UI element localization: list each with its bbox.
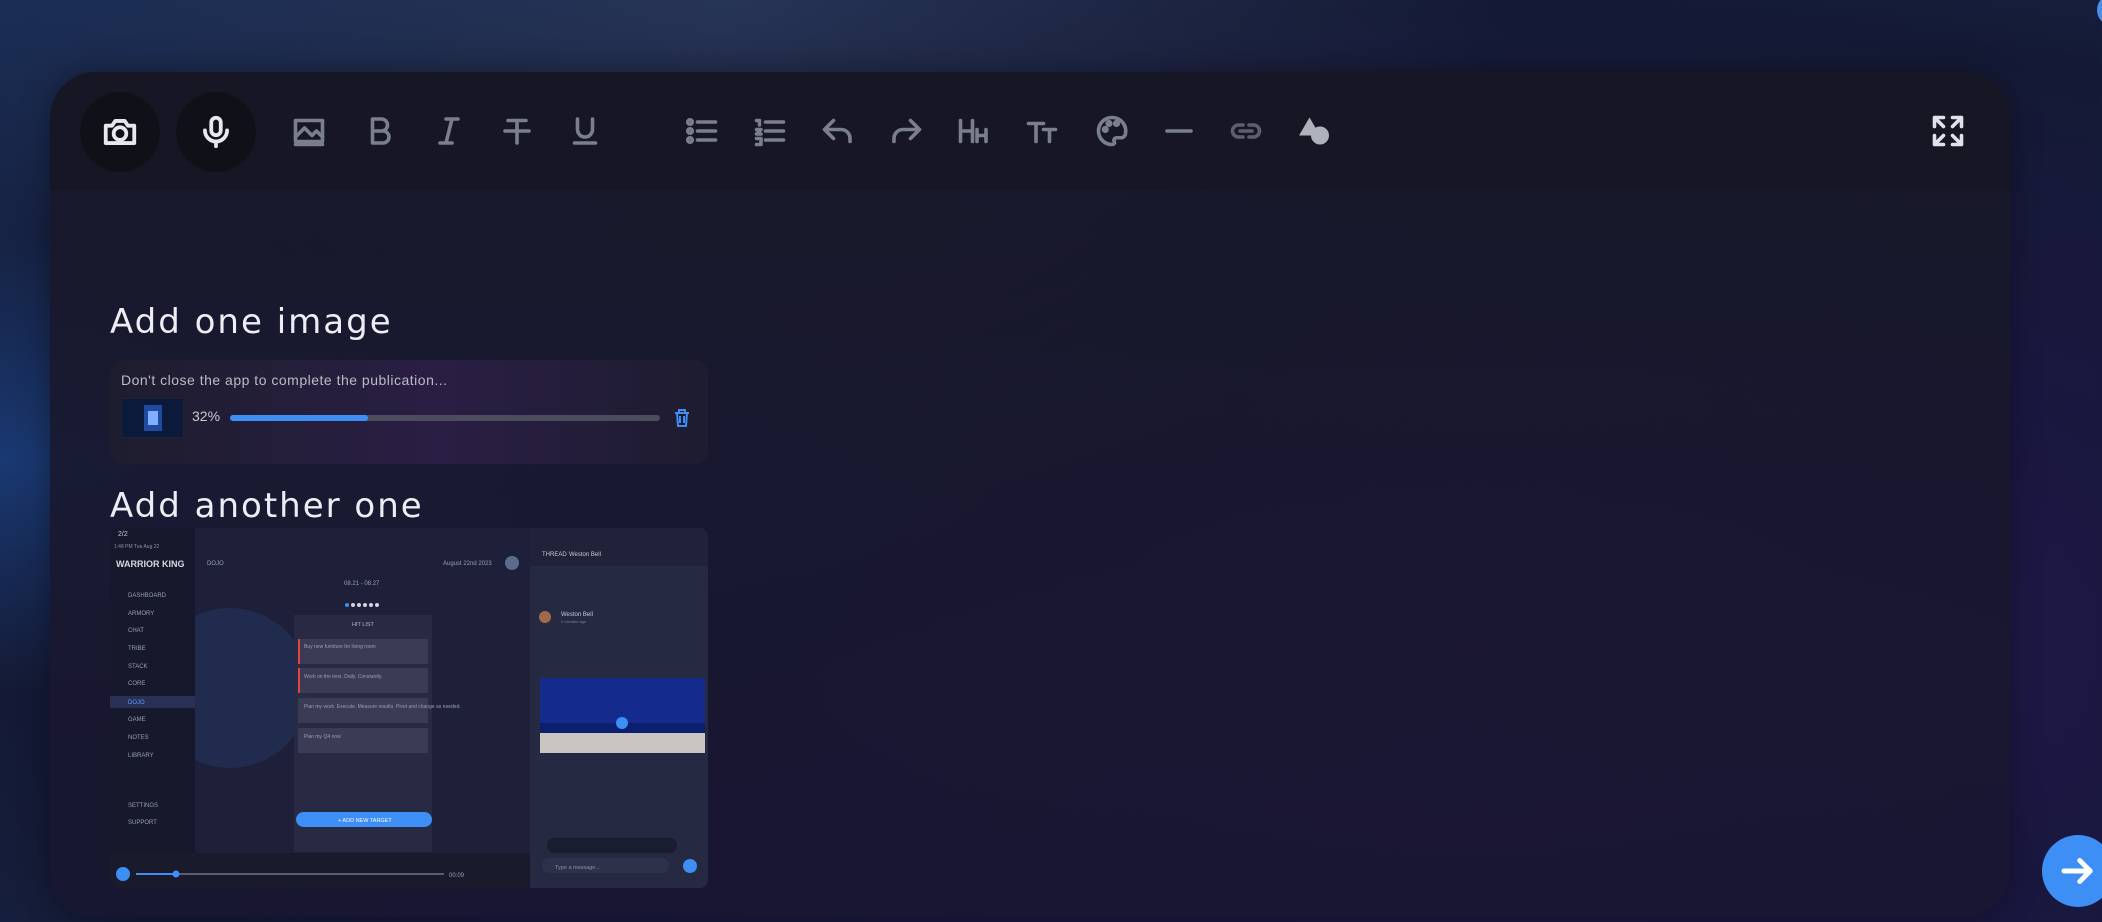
screenshot-nav-item: SUPPORT (128, 820, 157, 826)
screenshot-nav-item: CORE (128, 681, 145, 687)
upload-message: Don't close the app to complete the publ… (121, 372, 448, 388)
upload-thumbnail (121, 398, 184, 438)
screenshot-nav-item: CHAT (128, 628, 144, 634)
section-heading: Add one image (110, 302, 393, 342)
screenshot-nav-item: LIBRARY (128, 753, 154, 759)
numbered-list-button[interactable] (748, 109, 792, 153)
text-size-icon (1026, 121, 1058, 144)
screenshot-nav-item: SETTINGS (128, 803, 158, 809)
heading-icon (958, 118, 988, 144)
screenshot-nav-item: STACK (128, 664, 148, 670)
heading-button[interactable] (952, 109, 996, 153)
undo-icon (822, 118, 852, 144)
screenshot-video-time: 00:09 (449, 873, 465, 879)
image-icon (293, 118, 325, 147)
fullscreen-button[interactable] (1926, 109, 1970, 153)
screenshot-thread-sub: 2 minutes ago (561, 619, 587, 624)
link-icon (1230, 123, 1262, 139)
screenshot-list-item: Buy new furniture for living room (304, 644, 376, 650)
numbered-list-icon (754, 118, 786, 147)
bulleted-list-icon (685, 117, 718, 145)
text-size-button[interactable] (1020, 109, 1064, 153)
undo-button[interactable] (816, 109, 860, 153)
camera-button[interactable] (80, 92, 160, 172)
screenshot-thread-avatar (539, 611, 551, 623)
arrow-right-icon (2061, 858, 2093, 884)
attached-screenshot: 2/2 1:48 PM Tue Aug 22 WARRIOR KING DASH… (110, 528, 708, 888)
bold-icon (370, 117, 391, 145)
italic-icon (438, 117, 460, 145)
thumbnail-image (122, 399, 183, 437)
upload-progress-fill (230, 415, 368, 421)
screenshot-nav-item: GAME (128, 717, 146, 723)
camera-icon (103, 119, 137, 145)
editor-toolbar (50, 72, 2010, 190)
screenshot-add-button: + ADD NEW TARGET (338, 818, 392, 824)
trash-icon[interactable] (670, 406, 694, 430)
microphone-icon (203, 115, 229, 149)
screenshot-list-item: Work on the lens. Daily. Constantly. (304, 674, 382, 680)
underline-button[interactable] (563, 109, 607, 153)
upload-progress-card: Don't close the app to complete the publ… (110, 360, 708, 464)
screenshot-nav-item: DASHBOARD (128, 593, 167, 599)
shapes-button[interactable] (1292, 109, 1336, 153)
screenshot-date: August 22nd 2023 (443, 561, 492, 567)
horizontal-rule-button[interactable] (1157, 109, 1201, 153)
screenshot-list-title: HIT LIST (352, 622, 375, 628)
color-palette-button[interactable] (1090, 109, 1134, 153)
underline-icon (572, 117, 598, 145)
screenshot-nav-item: NOTES (128, 735, 149, 741)
screenshot-message-placeholder: Type a message... (555, 865, 600, 871)
link-button[interactable] (1224, 109, 1268, 153)
upload-progress-bar (230, 415, 660, 421)
screenshot-avatar (505, 556, 519, 570)
microphone-button[interactable] (176, 92, 256, 172)
screenshot-list-item: Plan my work. Execute. Measure results. … (304, 704, 461, 710)
redo-button[interactable] (884, 109, 928, 153)
screenshot-list-item: Plan my Q4 now (304, 734, 341, 740)
screenshot-nav-item: ARMORY (128, 611, 154, 617)
palette-icon (1096, 115, 1128, 147)
screenshot-thread-user: Weston Bell (561, 612, 593, 618)
screenshot-counter: 2/2 (118, 531, 128, 538)
bulleted-list-button[interactable] (680, 109, 724, 153)
post-editor: Add one image Don't close the app to com… (50, 72, 2010, 917)
insert-image-button[interactable] (287, 109, 331, 153)
strikethrough-icon (503, 118, 531, 145)
section-heading-2: Add another one (110, 486, 424, 526)
strikethrough-button[interactable] (495, 109, 539, 153)
screenshot-page-title: DOJO (207, 561, 224, 567)
screenshot-range: 08.21 - 08.27 (344, 581, 380, 587)
screenshot-nav-item: DOJO (128, 700, 145, 706)
screenshot-brand: WARRIOR KING (116, 559, 185, 569)
screenshot-status-time: 1:48 PM Tue Aug 22 (114, 544, 160, 550)
shapes-icon (1299, 117, 1329, 145)
fullscreen-icon (1932, 115, 1964, 147)
screenshot-nav-item: TRIBE (128, 646, 146, 652)
upload-percent: 32% (192, 408, 221, 424)
horizontal-rule-icon (1165, 129, 1193, 133)
redo-icon (892, 118, 922, 144)
screenshot-thread-user-tab: Weston Bell (569, 552, 601, 558)
screenshot-thread-tab: THREAD (542, 552, 567, 558)
italic-button[interactable] (427, 109, 471, 153)
bold-button[interactable] (358, 109, 402, 153)
